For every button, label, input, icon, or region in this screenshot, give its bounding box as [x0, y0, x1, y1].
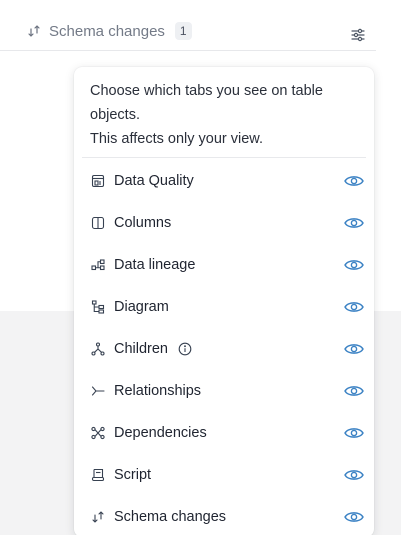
columns-icon [90, 215, 106, 231]
eye-icon[interactable] [342, 337, 366, 361]
tab-option-children[interactable]: Children [74, 328, 374, 370]
tab-visibility-popover: Choose which tabs you see on table objec… [74, 67, 374, 535]
tab-settings-button[interactable] [348, 25, 368, 45]
data-quality-icon [90, 173, 106, 189]
tab-option-columns[interactable]: Columns [74, 202, 374, 244]
eye-icon[interactable] [342, 463, 366, 487]
data-lineage-icon [90, 257, 106, 273]
tab-option-schema-changes[interactable]: Schema changes [74, 496, 374, 535]
divider [82, 157, 366, 158]
sliders-icon [351, 28, 365, 42]
description-line-1: Choose which tabs you see on table objec… [90, 83, 323, 123]
tab-option-label: Children [114, 341, 168, 357]
tab-option-label: Relationships [114, 383, 202, 399]
tab-option-label: Data Quality [114, 173, 194, 189]
tab-option-data-quality[interactable]: Data Quality [74, 160, 374, 202]
tab-option-dependencies[interactable]: Dependencies [74, 412, 374, 454]
tab-option-label: Schema changes [114, 509, 227, 525]
tab-option-label: Dependencies [114, 425, 207, 441]
children-icon [90, 341, 106, 357]
description-line-2: This affects only your view. [90, 131, 264, 147]
tab-option-script[interactable]: Script [74, 454, 374, 496]
tab-option-data-lineage[interactable]: Data lineage [74, 244, 374, 286]
tab-bar: Schema changes 1 [0, 0, 376, 51]
eye-icon[interactable] [342, 295, 366, 319]
schema-changes-icon [90, 509, 106, 525]
eye-icon[interactable] [342, 379, 366, 403]
eye-icon[interactable] [342, 211, 366, 235]
tab-label: Schema changes [49, 22, 165, 40]
eye-icon[interactable] [342, 505, 366, 529]
tab-option-label: Columns [114, 215, 172, 231]
tab-option-label: Diagram [114, 299, 169, 315]
schema-changes-icon [27, 24, 41, 38]
tab-option-label: Data lineage [114, 257, 196, 273]
eye-icon[interactable] [342, 169, 366, 193]
eye-icon[interactable] [342, 253, 366, 277]
info-icon[interactable] [178, 342, 192, 356]
tab-option-diagram[interactable]: Diagram [74, 286, 374, 328]
dependencies-icon [90, 425, 106, 441]
popover-description: Choose which tabs you see on table objec… [90, 79, 360, 151]
tab-option-label: Script [114, 467, 152, 483]
tab-schema-changes[interactable]: Schema changes 1 [27, 20, 192, 42]
count-badge: 1 [174, 22, 192, 40]
eye-icon[interactable] [342, 421, 366, 445]
relationships-icon [90, 383, 106, 399]
tab-option-relationships[interactable]: Relationships [74, 370, 374, 412]
script-icon [90, 467, 106, 483]
diagram-icon [90, 299, 106, 315]
